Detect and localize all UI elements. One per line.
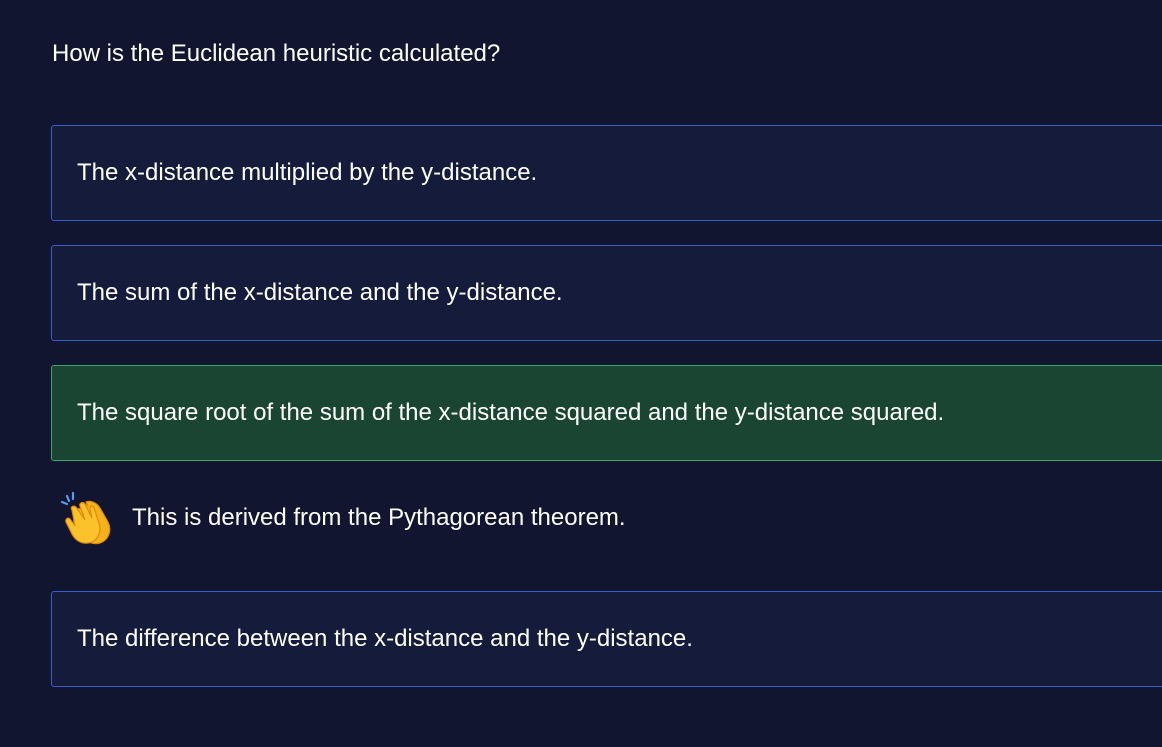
answer-option-4[interactable]: The difference between the x-distance an…: [51, 591, 1162, 687]
answer-options: The x-distance multiplied by the y-dista…: [51, 125, 1162, 711]
answer-option-3-correct[interactable]: The square root of the sum of the x-dist…: [51, 365, 1162, 461]
feedback-text: This is derived from the Pythagorean the…: [132, 504, 626, 531]
answer-option-label: The difference between the x-distance an…: [77, 625, 693, 652]
clapping-hands-icon: [60, 491, 111, 545]
answer-option-label: The sum of the x-distance and the y-dist…: [77, 279, 563, 306]
answer-option-1[interactable]: The x-distance multiplied by the y-dista…: [51, 125, 1162, 221]
question-text: How is the Euclidean heuristic calculate…: [52, 40, 501, 67]
answer-option-label: The x-distance multiplied by the y-dista…: [77, 159, 538, 186]
answer-option-2[interactable]: The sum of the x-distance and the y-dist…: [51, 245, 1162, 341]
answer-option-label: The square root of the sum of the x-dist…: [77, 399, 945, 426]
feedback-message: This is derived from the Pythagorean the…: [51, 469, 1162, 567]
